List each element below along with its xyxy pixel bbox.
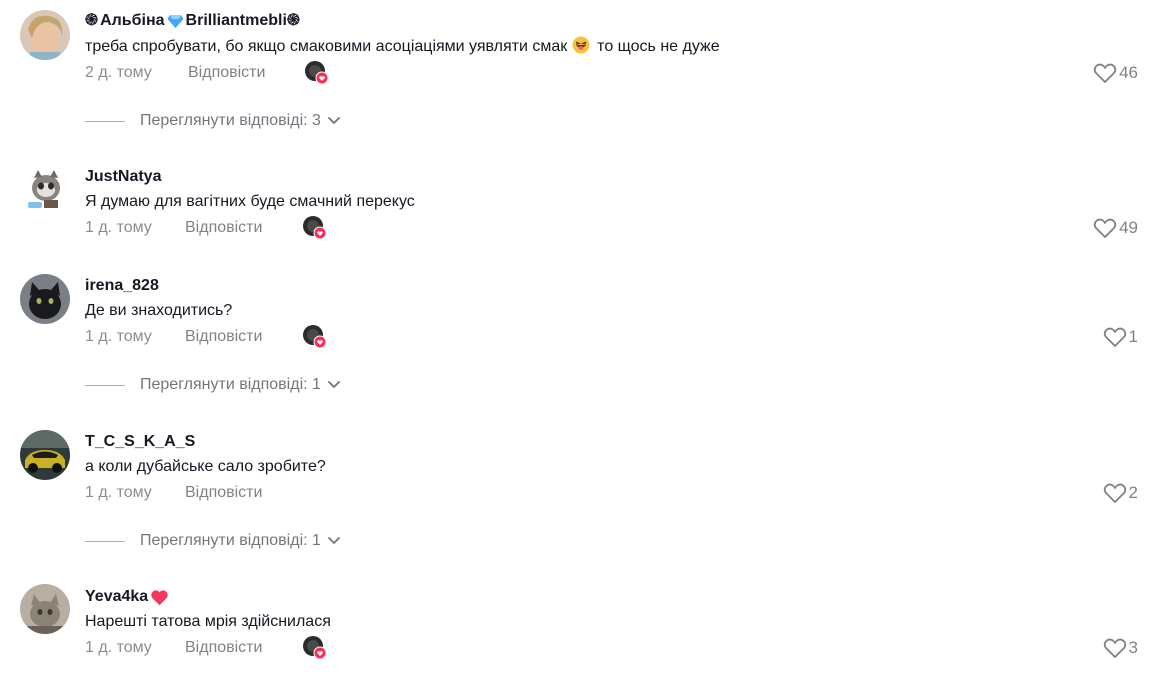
divider-line xyxy=(85,384,125,386)
view-replies-button[interactable]: Переглянути відповіді: 3 xyxy=(85,110,341,132)
view-replies-label: Переглянути відповіді: 1 xyxy=(140,376,321,393)
heart-emoji-icon xyxy=(150,589,169,606)
comment-username[interactable]: Yeva4ka xyxy=(85,587,169,607)
avatar[interactable] xyxy=(20,584,70,634)
comment-time: 1 д. тому xyxy=(85,484,152,501)
reply-button[interactable]: Відповісти xyxy=(185,639,262,657)
grinning-tongue-emoji-icon xyxy=(572,36,590,61)
like-count: 2 xyxy=(1128,483,1138,502)
avatar[interactable] xyxy=(20,274,70,324)
reply-button[interactable]: Відповісти xyxy=(185,484,262,502)
comment-username[interactable]: T_C_S_K_A_S xyxy=(85,432,195,452)
like-button[interactable]: 46 xyxy=(1093,62,1138,84)
creator-liked-avatar-icon xyxy=(304,60,330,86)
heart-outline-icon xyxy=(1103,483,1126,503)
comment-text-part: треба спробувати, бо якщо смаковими асоц… xyxy=(85,38,568,55)
username-main: irena_828 xyxy=(85,277,159,294)
reply-button[interactable]: Відповісти xyxy=(188,64,265,82)
view-replies-button[interactable]: Переглянути відповіді: 1 xyxy=(85,374,341,396)
comment-username[interactable]: irena_828 xyxy=(85,276,159,296)
comment-username[interactable]: JustNatya xyxy=(85,167,161,187)
creator-liked-avatar-icon xyxy=(302,215,328,241)
chevron-down-icon xyxy=(327,380,341,390)
view-replies-button[interactable]: Переглянути відповіді: 1 xyxy=(85,530,341,552)
creator-liked-avatar-icon xyxy=(302,324,328,350)
username-prefix: ֍ xyxy=(85,12,99,29)
username-main: JustNatya xyxy=(85,168,162,185)
divider-line xyxy=(85,540,125,542)
heart-outline-icon xyxy=(1093,218,1117,238)
view-replies-label: Переглянути відповіді: 1 xyxy=(140,532,321,549)
heart-outline-icon xyxy=(1103,327,1126,347)
username-suffix: Brilliantmebli֍ xyxy=(185,12,300,29)
like-button[interactable]: 49 xyxy=(1093,217,1138,239)
username-main: T_C_S_K_A_S xyxy=(85,433,196,450)
comment-time: 1 д. тому xyxy=(85,219,152,236)
reply-button[interactable]: Відповісти xyxy=(185,219,262,237)
comment-text: Нарешті татова мрія здійснилася xyxy=(85,613,331,630)
like-count: 1 xyxy=(1128,327,1138,346)
like-count: 49 xyxy=(1119,218,1138,237)
comment-username[interactable]: ֍ Альбіна Brilliantmebli֍ xyxy=(85,11,300,31)
comment-text: треба спробувати, бо якщо смаковими асоц… xyxy=(85,36,720,61)
divider-line xyxy=(85,120,125,122)
heart-outline-icon xyxy=(1093,63,1117,83)
comment-time: 1 д. тому xyxy=(85,328,152,345)
avatar[interactable] xyxy=(20,430,70,480)
heart-outline-icon xyxy=(1103,638,1126,658)
like-count: 3 xyxy=(1128,638,1138,657)
comment-text: а коли дубайське сало зробите? xyxy=(85,458,326,475)
like-button[interactable]: 1 xyxy=(1103,326,1138,348)
comment-meta: 1 д. тому Відповісти xyxy=(85,482,262,504)
comment-meta: 1 д. тому Відповісти xyxy=(85,325,327,349)
comment-meta: 1 д. тому Відповісти xyxy=(85,216,327,240)
comment-time: 1 д. тому xyxy=(85,639,152,656)
username-main: Yeva4ka xyxy=(85,588,149,605)
diamond-emoji-icon xyxy=(167,14,184,29)
comment-time: 2 д. тому xyxy=(85,64,152,81)
reply-button[interactable]: Відповісти xyxy=(185,328,262,346)
chevron-down-icon xyxy=(327,116,341,126)
like-button[interactable]: 2 xyxy=(1103,482,1138,504)
like-button[interactable]: 3 xyxy=(1103,637,1138,659)
comment-text: Де ви знаходитись? xyxy=(85,302,233,319)
creator-liked-avatar-icon xyxy=(302,635,328,661)
avatar[interactable] xyxy=(20,164,70,214)
comment-text: Я думаю для вагітних буде смачний переку… xyxy=(85,193,415,210)
username-main: Альбіна xyxy=(100,12,165,29)
avatar[interactable] xyxy=(20,10,70,60)
chevron-down-icon xyxy=(327,536,341,546)
like-count: 46 xyxy=(1119,63,1138,82)
view-replies-label: Переглянути відповіді: 3 xyxy=(140,112,321,129)
comment-text-part: то щось не дуже xyxy=(597,38,720,55)
comment-meta: 2 д. тому Відповісти xyxy=(85,61,329,85)
comment-meta: 1 д. тому Відповісти xyxy=(85,636,327,660)
